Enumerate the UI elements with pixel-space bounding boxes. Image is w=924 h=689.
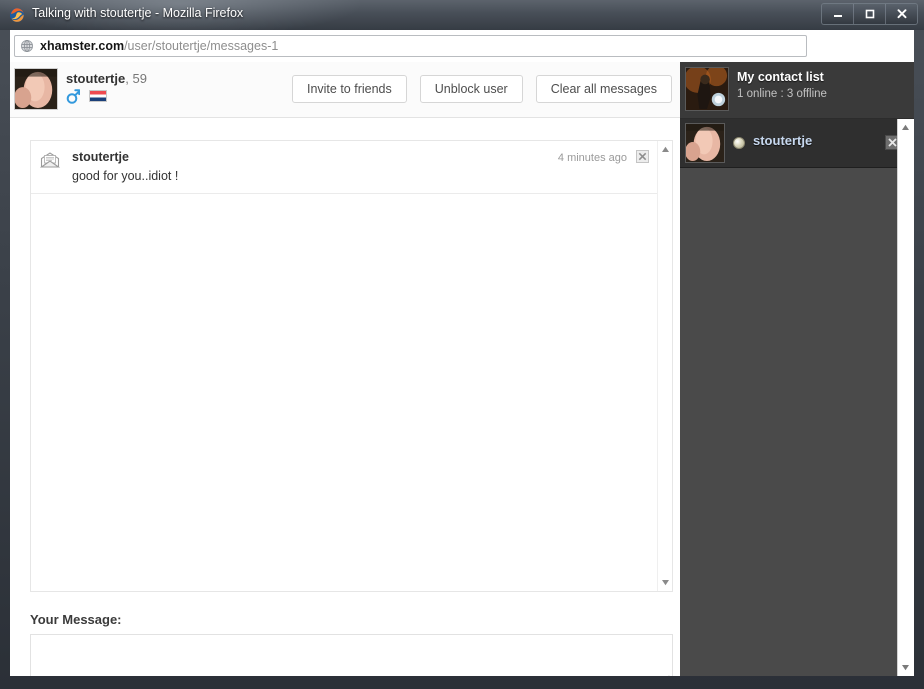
- sidebar-scroll-up-icon[interactable]: [900, 122, 911, 133]
- messages-scrollbar[interactable]: [657, 141, 672, 591]
- page-content: stoutertje, 59 Invite to friends Unblock…: [10, 62, 914, 676]
- profile-name-line: stoutertje, 59: [66, 71, 147, 86]
- composer-label: Your Message:: [30, 612, 122, 627]
- contact-list-item[interactable]: stoutertje: [680, 119, 914, 168]
- contact-list-header: My contact list 1 online : 3 offline: [680, 62, 914, 119]
- open-envelope-icon: [40, 152, 60, 168]
- url-text: xhamster.com/user/stoutertje/messages-1: [40, 39, 278, 53]
- message-author: stoutertje: [72, 150, 129, 164]
- invite-to-friends-button[interactable]: Invite to friends: [291, 75, 407, 103]
- profile-header: stoutertje, 59 Invite to friends Unblock…: [10, 62, 680, 118]
- avatar-thumbnail-image: [15, 69, 57, 109]
- contact-name[interactable]: stoutertje: [753, 133, 812, 148]
- scroll-up-icon[interactable]: [660, 144, 671, 155]
- url-host: xhamster.com: [40, 39, 125, 53]
- netherlands-flag-icon: [89, 90, 107, 102]
- minimize-button[interactable]: [822, 4, 854, 24]
- contact-list-sidebar: My contact list 1 online : 3 offline sto…: [680, 62, 914, 676]
- url-path: /user/stoutertje/messages-1: [124, 39, 279, 53]
- window-controls: [821, 3, 918, 25]
- resize-handle-icon[interactable]: [661, 674, 670, 676]
- message-row[interactable]: stoutertje good for you..idiot ! 4 minut…: [31, 141, 672, 194]
- profile-actions: Invite to friends Unblock user Clear all…: [291, 75, 672, 103]
- contact-avatar[interactable]: [685, 123, 725, 163]
- contact-status-indicator: [733, 137, 745, 149]
- navigation-bar: xhamster.com/user/stoutertje/messages-1: [10, 30, 914, 62]
- firefox-logo-icon: [10, 8, 24, 22]
- message-timestamp: 4 minutes ago: [557, 152, 627, 164]
- sidebar-scrollbar[interactable]: [897, 119, 914, 676]
- minimize-icon: [833, 15, 842, 17]
- url-bar[interactable]: xhamster.com/user/stoutertje/messages-1: [14, 35, 807, 57]
- maximize-icon: [865, 9, 874, 19]
- profile-avatar[interactable]: [14, 68, 58, 110]
- window-title: Talking with stoutertje - Mozilla Firefo…: [32, 6, 244, 20]
- globe-icon: [20, 39, 34, 53]
- title-bar: Talking with stoutertje - Mozilla Firefo…: [0, 0, 924, 30]
- delete-message-icon[interactable]: [636, 150, 649, 163]
- composer-box[interactable]: [30, 634, 673, 676]
- messages-panel: stoutertje good for you..idiot ! 4 minut…: [30, 140, 673, 592]
- clear-all-messages-button[interactable]: Clear all messages: [535, 75, 672, 103]
- profile-age: , 59: [125, 71, 147, 86]
- contact-list-title: My contact list: [737, 70, 824, 84]
- sidebar-scroll-down-icon[interactable]: [900, 662, 911, 673]
- conversation-column: stoutertje, 59 Invite to friends Unblock…: [10, 62, 680, 676]
- user-avatar[interactable]: [685, 67, 729, 111]
- profile-attributes: [66, 88, 107, 104]
- close-button[interactable]: [886, 4, 917, 24]
- male-symbol-icon: [66, 89, 80, 104]
- message-text: good for you..idiot !: [72, 169, 179, 183]
- close-icon: [897, 9, 906, 19]
- unblock-user-button[interactable]: Unblock user: [419, 75, 523, 103]
- profile-username: stoutertje: [66, 71, 126, 86]
- contact-list-count: 1 online : 3 offline: [737, 88, 827, 100]
- firefox-window: Talking with stoutertje - Mozilla Firefo…: [0, 0, 924, 689]
- message-input[interactable]: [31, 635, 672, 676]
- user-avatar-image: [686, 68, 728, 110]
- maximize-button[interactable]: [854, 4, 886, 24]
- contact-avatar-image: [686, 124, 724, 162]
- scroll-down-icon[interactable]: [660, 577, 671, 588]
